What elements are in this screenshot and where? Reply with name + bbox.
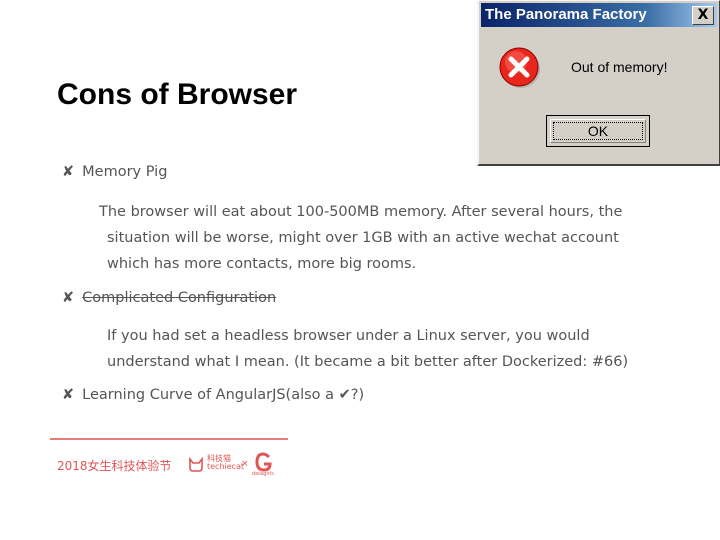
config-line-2: understand what I mean. (It became a bit… (107, 354, 629, 370)
bullet-memory-pig: ✘ Memory Pig (62, 164, 167, 180)
focus-rect (553, 122, 643, 140)
memory-line-1: The browser will eat about 100-500MB mem… (99, 204, 623, 220)
dialog-message: Out of memory! (571, 59, 668, 75)
bullet-label: Complicated Configuration (82, 290, 277, 306)
techiecat-logo-text: 科技猫 techiecat (207, 455, 244, 471)
ok-button[interactable]: OK (546, 115, 650, 147)
close-button[interactable]: X (692, 6, 714, 25)
memory-description: The browser will eat about 100-500MB mem… (99, 199, 622, 277)
datagirls-logo-text: datagirls (252, 471, 274, 477)
sponsor-separator: × (241, 459, 249, 469)
error-dialog: The Panorama Factory X Out of memory! OK (477, 0, 720, 166)
config-description: If you had set a headless browser under … (107, 323, 628, 375)
dialog-titlebar[interactable]: The Panorama Factory X (481, 3, 717, 27)
config-line-1: If you had set a headless browser under … (107, 328, 590, 344)
techiecat-en: techiecat (207, 462, 245, 471)
dialog-title: The Panorama Factory (485, 6, 647, 23)
memory-line-2: situation will be worse, might over 1GB … (107, 230, 619, 246)
datagirls-logo-icon (255, 452, 272, 472)
bullet-learning-curve: ✘ Learning Curve of AngularJS(also a ✔?) (62, 387, 364, 403)
event-name: 2018女生科技体验节 (57, 459, 172, 473)
cross-icon: ✘ (62, 164, 75, 180)
cross-icon: ✘ (62, 290, 75, 306)
bullet-label: Learning Curve of AngularJS(also a ✔?) (82, 387, 365, 403)
error-icon (499, 47, 540, 88)
memory-line-3: which has more contacts, more big rooms. (107, 256, 417, 272)
techiecat-logo-icon (189, 457, 203, 472)
slide-title: Cons of Browser (57, 78, 298, 111)
footer-divider (50, 438, 288, 440)
cross-icon: ✘ (62, 387, 75, 403)
bullet-complicated-configuration: ✘ Complicated Configuration (62, 290, 276, 306)
bullet-label: Memory Pig (82, 164, 168, 180)
